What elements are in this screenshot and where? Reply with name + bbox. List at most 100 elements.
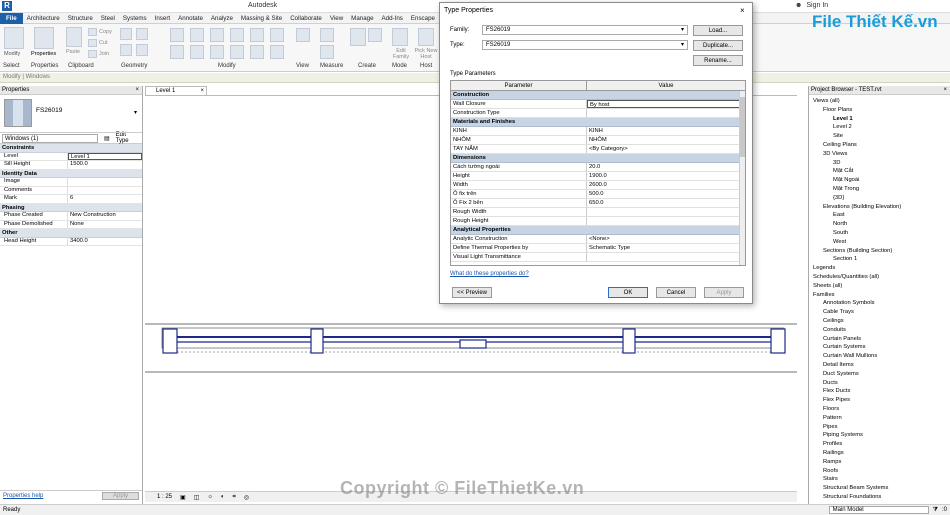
parameter-value[interactable] — [587, 109, 745, 117]
browser-item[interactable]: Floors — [823, 406, 839, 412]
mirror-icon[interactable] — [210, 28, 224, 42]
property-value[interactable]: 6 — [68, 195, 142, 203]
family-select[interactable]: FS26019 — [482, 25, 688, 35]
parameter-value[interactable] — [587, 253, 745, 261]
browser-item[interactable]: Profiles — [823, 441, 842, 447]
property-row[interactable]: Head Height 3400.0 — [0, 237, 142, 246]
close-icon[interactable]: × — [740, 6, 745, 15]
pin-icon[interactable] — [250, 45, 264, 59]
edit-type-icon[interactable]: ▤ — [104, 135, 110, 142]
apply-button[interactable]: Apply — [704, 287, 744, 298]
view-scale[interactable]: 1 : 25 — [157, 494, 172, 500]
parameter-group[interactable]: Construction — [451, 91, 745, 100]
browser-item[interactable]: Structural Foundations — [823, 494, 881, 500]
browser-item[interactable]: Mặt Trong — [833, 186, 859, 192]
geometry-tool-icon[interactable] — [120, 28, 132, 40]
instance-filter-select[interactable]: Windows (1) — [2, 133, 98, 143]
parameter-value[interactable] — [587, 217, 745, 225]
modify-button[interactable] — [4, 27, 24, 49]
property-row[interactable]: Level Level 1 — [0, 152, 142, 161]
browser-item[interactable]: Flex Pipes — [823, 397, 850, 403]
parameter-row[interactable]: Rough Width — [451, 208, 745, 217]
hide-isolate-icon[interactable]: ◎ — [244, 494, 249, 501]
parameter-group[interactable]: Materials and Finishes — [451, 118, 745, 127]
parameter-row[interactable]: TAY NẮM <By Category> — [451, 145, 745, 154]
browser-item[interactable]: Legends — [813, 265, 835, 271]
properties-category[interactable]: Constraints — [0, 144, 142, 153]
offset-icon[interactable] — [190, 28, 204, 42]
move-icon[interactable] — [230, 28, 244, 42]
browser-item[interactable]: Ramps — [823, 459, 841, 465]
parameter-value[interactable] — [587, 208, 745, 216]
tab-systems[interactable]: Systems — [119, 13, 151, 24]
type-select[interactable]: FS26019 — [482, 40, 688, 50]
browser-item[interactable]: Ceiling Plans — [823, 142, 857, 148]
parameter-row[interactable]: Rough Height — [451, 217, 745, 226]
sign-in-link[interactable]: Sign In — [806, 2, 828, 9]
tab-annotate[interactable]: Annotate — [174, 13, 207, 24]
revit-logo-icon[interactable]: R — [2, 1, 12, 11]
filter-icon[interactable]: ⧩ — [933, 507, 938, 514]
browser-item[interactable]: Conduits — [823, 327, 846, 333]
parameter-row[interactable]: Visual Light Transmittance — [451, 253, 745, 262]
create-assembly-icon[interactable] — [350, 28, 366, 46]
browser-item[interactable]: Views (all) — [813, 98, 840, 104]
properties-button[interactable] — [34, 27, 54, 49]
browser-item[interactable]: East — [833, 212, 845, 218]
property-row[interactable]: Phase Demolished None — [0, 220, 142, 229]
tab-analyze[interactable]: Analyze — [207, 13, 237, 24]
properties-category[interactable]: Other — [0, 229, 142, 238]
edit-family-button[interactable] — [392, 28, 408, 46]
browser-item[interactable]: Site — [833, 133, 843, 139]
trim-icon[interactable] — [170, 45, 184, 59]
browser-item[interactable]: Level 1 — [833, 116, 853, 122]
align-icon[interactable] — [170, 28, 184, 42]
parameter-row[interactable]: Define Thermal Properties by Schematic Ty… — [451, 244, 745, 253]
browser-item[interactable]: Mặt Ngoài — [833, 177, 859, 183]
parameter-row[interactable]: Analytic Construction <None> — [451, 235, 745, 244]
browser-item[interactable]: 3D — [833, 160, 840, 166]
properties-help-link[interactable]: Properties help — [3, 493, 43, 499]
parameter-value[interactable]: NHÔM — [587, 136, 745, 144]
create-group-icon[interactable] — [368, 28, 382, 42]
tab-massing-site[interactable]: Massing & Site — [237, 13, 286, 24]
browser-item[interactable]: Structural Beam Systems — [823, 485, 888, 491]
browser-item[interactable]: South — [833, 230, 848, 236]
browser-item[interactable]: Piping Systems — [823, 432, 863, 438]
hide-icon[interactable] — [296, 28, 310, 42]
property-row[interactable]: Phase Created New Construction — [0, 212, 142, 221]
browser-item[interactable]: Cable Trays — [823, 309, 854, 315]
browser-item[interactable]: Floor Plans — [823, 107, 852, 113]
browser-item[interactable]: Annotation Symbols — [823, 300, 875, 306]
ok-button[interactable]: OK — [608, 287, 648, 298]
browser-item[interactable]: Railings — [823, 450, 844, 456]
sun-path-icon[interactable]: ☼ — [207, 494, 213, 500]
tab-view[interactable]: View — [326, 13, 347, 24]
load-button[interactable]: Load... — [693, 25, 743, 36]
parameter-row[interactable]: NHÔM NHÔM — [451, 136, 745, 145]
close-icon[interactable]: × — [135, 86, 142, 95]
scrollbar-thumb[interactable] — [740, 97, 745, 157]
geometry-tool-icon[interactable] — [136, 44, 148, 56]
browser-item[interactable]: Curtain Wall Mullions — [823, 353, 877, 359]
group-select[interactable]: Select — [3, 63, 20, 69]
parameter-group[interactable]: Dimensions — [451, 154, 745, 163]
account-area[interactable]: ☻ Sign In — [795, 2, 828, 9]
help-link[interactable]: What do these properties do? — [450, 271, 529, 277]
close-icon[interactable]: × — [943, 86, 950, 95]
browser-item[interactable]: Mặt Cắt — [833, 168, 853, 174]
delete-icon[interactable] — [270, 45, 284, 59]
tab-enscape[interactable]: Enscape — [407, 13, 439, 24]
parameter-value[interactable]: 650.0 — [587, 199, 745, 207]
rotate-icon[interactable] — [270, 28, 284, 42]
table-scrollbar[interactable] — [739, 91, 745, 265]
parameter-row[interactable]: Width 2600.0 — [451, 181, 745, 190]
edit-type-button[interactable]: Edit Type — [116, 132, 140, 144]
browser-item[interactable]: Elevations (Building Elevation) — [823, 204, 901, 210]
chevron-down-icon[interactable]: ▾ — [134, 109, 137, 116]
parameter-value[interactable]: 2600.0 — [587, 181, 745, 189]
property-value[interactable]: 1500.0 — [68, 161, 142, 169]
dimension-icon[interactable] — [320, 45, 334, 59]
rename-button[interactable]: Rename... — [693, 55, 743, 66]
browser-item[interactable]: Schedules/Quantities (all) — [813, 274, 879, 280]
